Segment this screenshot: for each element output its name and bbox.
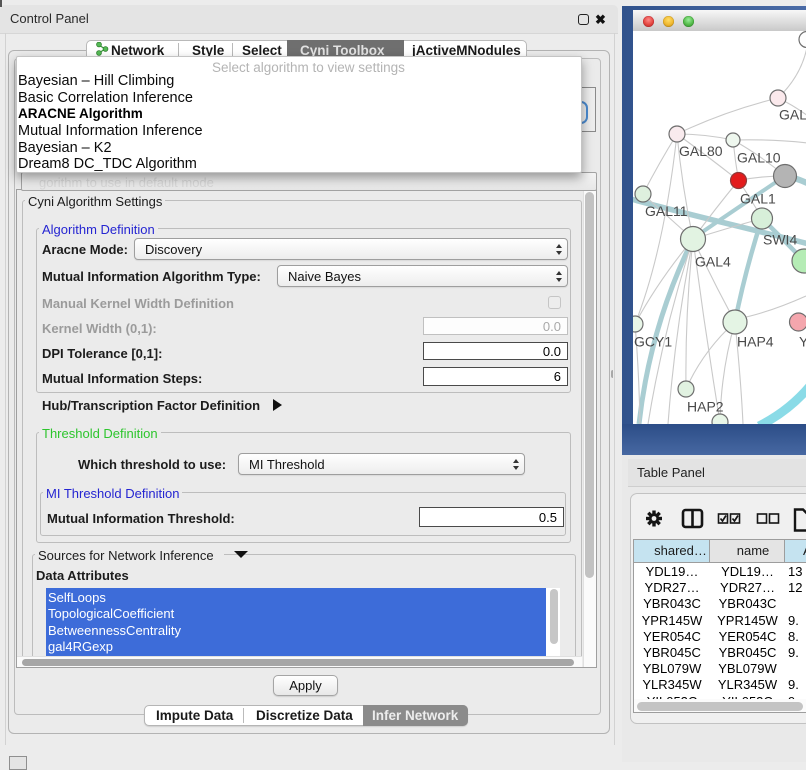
- svg-text:HAP4: HAP4: [737, 334, 774, 350]
- svg-text:GAL7: GAL7: [779, 107, 806, 123]
- svg-text:YJL: YJL: [799, 334, 806, 350]
- svg-text:HAP2: HAP2: [687, 399, 724, 415]
- svg-text:GCY1: GCY1: [634, 334, 672, 350]
- svg-text:SWI4: SWI4: [763, 232, 797, 248]
- svg-text:GAL80: GAL80: [679, 143, 723, 159]
- svg-text:GAL11: GAL11: [645, 203, 688, 219]
- svg-text:GAL1: GAL1: [740, 191, 776, 207]
- svg-text:GAL4: GAL4: [695, 254, 731, 270]
- svg-text:GAL10: GAL10: [737, 150, 781, 166]
